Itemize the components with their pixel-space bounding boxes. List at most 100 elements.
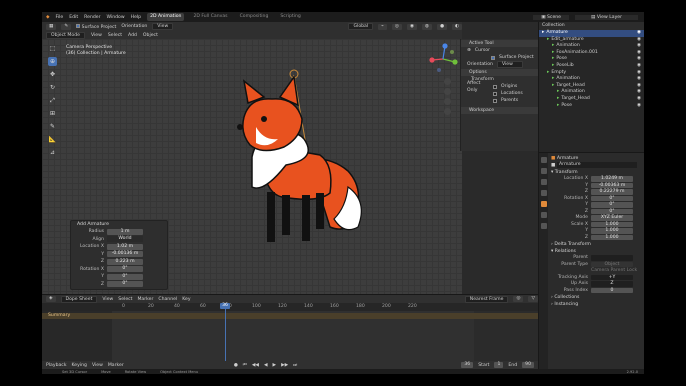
npanel-orientation-dropdown[interactable]: View <box>496 61 523 68</box>
visibility-icon[interactable]: ◉ <box>406 23 417 30</box>
jump-end-icon[interactable]: ⏭ <box>293 362 297 368</box>
outliner-item[interactable]: ▸ Target_Head ◉ <box>539 96 644 103</box>
workspace-header[interactable]: Workspace <box>461 107 538 114</box>
up-axis-dropdown[interactable]: Z <box>591 281 633 287</box>
surface-project-checkbox[interactable] <box>76 23 81 28</box>
visibility-eye-icon[interactable]: ◉ <box>637 43 641 50</box>
scene-selector[interactable]: ▣ Scene <box>533 14 570 20</box>
playhead-line[interactable] <box>225 303 226 361</box>
object-tab-icon[interactable] <box>540 201 547 207</box>
render-tab-icon[interactable] <box>540 168 547 174</box>
outliner-item[interactable]: ▸ Pose ◉ <box>539 103 644 110</box>
align-dropdown[interactable]: World <box>107 236 143 243</box>
playback-menu[interactable]: Playback <box>46 363 67 368</box>
object-name-field[interactable]: Armature <box>557 162 637 169</box>
record-icon[interactable]: ● <box>234 363 238 368</box>
dopesheet-editor-icon[interactable]: ◈ <box>46 296 56 302</box>
blender-logo-icon[interactable]: ◆ <box>46 15 50 20</box>
timeline-ruler[interactable]: 020406080100120140160180200220 <box>42 303 538 311</box>
tab-2d-animation[interactable]: 2D Animation <box>147 13 185 21</box>
visibility-eye-icon[interactable]: ◉ <box>637 76 641 83</box>
pan-icon[interactable] <box>444 88 451 95</box>
output-tab-icon[interactable] <box>540 179 547 185</box>
view-menu[interactable]: View <box>92 363 103 368</box>
menu-render[interactable]: Render <box>84 15 100 20</box>
rotation-x-field[interactable]: 0° <box>107 266 143 273</box>
mode-dropdown[interactable]: Object Mode <box>46 31 85 39</box>
visibility-eye-icon[interactable]: ◉ <box>637 56 641 63</box>
transform-field-value[interactable]: 1.0249 m <box>591 176 633 182</box>
outliner-item[interactable]: ▸ Empty ◉ <box>539 70 644 77</box>
locations-check[interactable] <box>493 91 497 96</box>
menu-add[interactable]: Add <box>128 33 137 38</box>
visibility-eye-icon[interactable]: ◉ <box>637 83 641 90</box>
collections-section[interactable]: › Collections <box>551 294 644 301</box>
radius-field[interactable]: 1 m <box>107 228 143 235</box>
outliner-item[interactable]: ▸ Animation ◉ <box>539 43 644 50</box>
snapping-dropdown[interactable]: Nearest Frame <box>464 295 509 303</box>
proportional-icon[interactable]: ◎ <box>513 296 524 302</box>
dopesheet-menu-channel[interactable]: Channel <box>158 297 177 302</box>
origins-check[interactable] <box>493 84 497 89</box>
visibility-eye-icon[interactable]: ◉ <box>637 30 641 37</box>
shading-material-icon[interactable]: ◐ <box>451 23 462 30</box>
visibility-eye-icon[interactable]: ◉ <box>637 50 641 57</box>
active-tool-header[interactable]: Active Tool <box>461 40 538 47</box>
perspective-toggle-icon[interactable] <box>444 108 451 115</box>
play-icon[interactable]: ▶ <box>273 363 277 368</box>
outliner-item[interactable]: ▸ Pose ◉ <box>539 56 644 63</box>
move-icon[interactable]: ✥ <box>48 70 57 79</box>
view-layer-selector[interactable]: ▤ View Layer <box>575 14 638 20</box>
editor-type-button[interactable]: ▦ <box>46 23 57 30</box>
instancing-section[interactable]: › Instancing <box>551 301 644 308</box>
transform-field-value[interactable]: 1.000 <box>591 221 633 227</box>
summary-channel[interactable]: Summary <box>42 313 538 319</box>
transform-field-value[interactable]: 1.000 <box>591 228 633 234</box>
keying-menu[interactable]: Keying <box>72 363 87 368</box>
menu-help[interactable]: Help <box>131 15 141 20</box>
shading-solid-icon[interactable]: ● <box>436 23 447 30</box>
tracking-axis-dropdown[interactable]: +Y <box>591 274 633 280</box>
outliner-item[interactable]: ▸ FoxAnimation.001 ◉ <box>539 50 644 57</box>
rotation-z-field[interactable]: 0° <box>107 281 143 288</box>
filter-icon[interactable]: ▽ <box>528 296 538 302</box>
prev-key-icon[interactable]: ◀◀ <box>252 363 259 368</box>
dopesheet-menu-key[interactable]: Key <box>182 297 190 302</box>
transform-field-value[interactable]: 0.22279 m <box>591 189 633 195</box>
surface-project-check[interactable] <box>491 55 495 60</box>
tool-tab-icon[interactable] <box>540 157 547 163</box>
visibility-eye-icon[interactable]: ◉ <box>637 89 641 96</box>
current-frame-field[interactable]: 36 <box>461 362 474 368</box>
zoom-icon[interactable] <box>444 78 451 85</box>
visibility-eye-icon[interactable]: ◉ <box>637 63 641 70</box>
rotate-icon[interactable]: ↻ <box>48 83 57 92</box>
playhead-frame[interactable]: 36 <box>220 303 230 309</box>
adjust-title[interactable]: Add Armature <box>71 221 167 228</box>
affect-parents-row[interactable]: Parents <box>461 97 538 104</box>
snap-icon[interactable]: ⌁ <box>378 23 387 30</box>
outliner-item[interactable]: ▸ Armature ◉ <box>539 30 644 37</box>
dopesheet-menu-marker[interactable]: Marker <box>137 297 153 302</box>
pass-index-field[interactable]: 0 <box>591 287 633 293</box>
proportional-edit-icon[interactable]: ◎ <box>391 23 402 30</box>
outliner-item[interactable]: ▸ Edit_armature ◉ <box>539 37 644 44</box>
outliner-item[interactable]: ▸ Animation ◉ <box>539 76 644 83</box>
overlays-icon[interactable]: ◍ <box>421 23 432 30</box>
scale-icon[interactable]: ⤢ <box>48 96 57 105</box>
menu-edit[interactable]: Edit <box>69 15 78 20</box>
transform-field-value[interactable]: -0.00363 m <box>591 182 633 188</box>
jump-start-icon[interactable]: ⏮ <box>243 362 247 368</box>
measure-icon[interactable]: 📐 <box>48 135 57 144</box>
outliner-item[interactable]: ▸ Target_Head ◉ <box>539 83 644 90</box>
menu-file[interactable]: File <box>56 15 64 20</box>
surface-project-toggle[interactable]: Surface Project <box>76 23 116 30</box>
transform-icon[interactable]: ⊞ <box>48 109 57 118</box>
start-frame-field[interactable]: 1 <box>494 362 504 368</box>
transform-field-value[interactable]: 0° <box>591 195 633 201</box>
next-key-icon[interactable]: ▶▶ <box>281 363 288 368</box>
annotate-icon[interactable]: ✎ <box>48 122 57 131</box>
visibility-eye-icon[interactable]: ◉ <box>637 37 641 44</box>
relations-section[interactable]: ▾ Relations <box>551 248 644 255</box>
affect-origins-row[interactable]: Affect Only Origins <box>461 81 538 93</box>
dopesheet-mode-dropdown[interactable]: Dope Sheet <box>60 295 98 303</box>
